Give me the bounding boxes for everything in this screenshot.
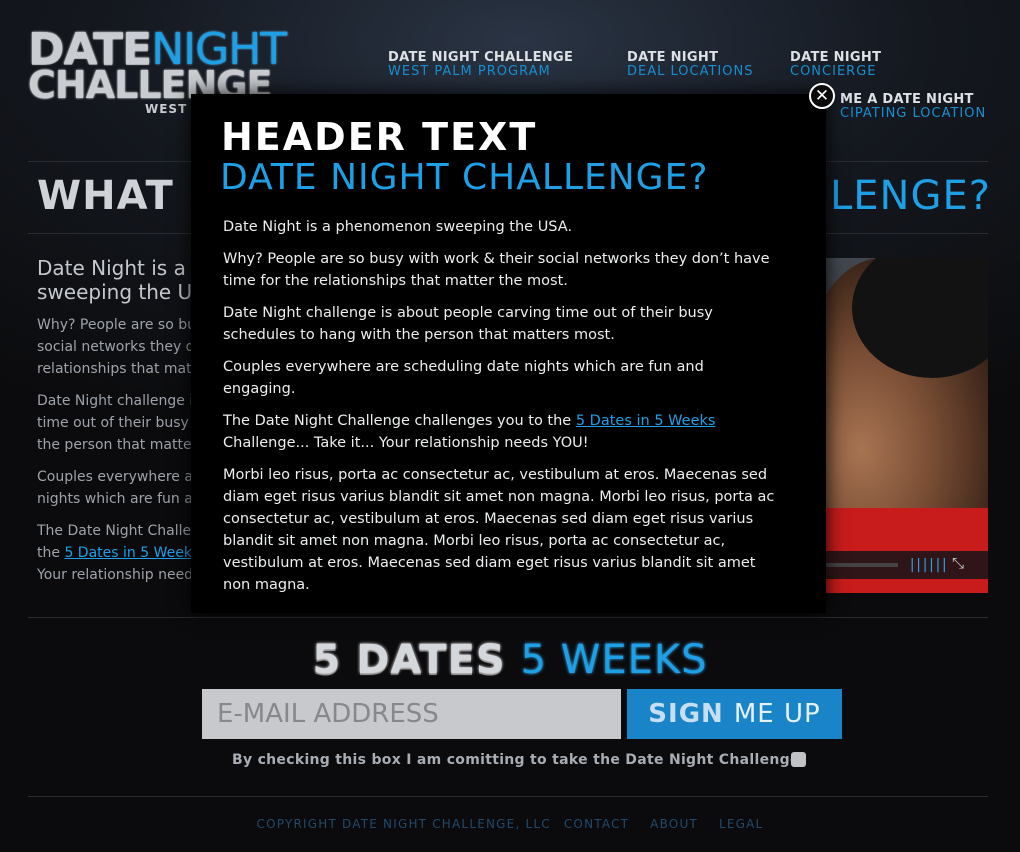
- close-icon[interactable]: ✕: [809, 83, 835, 109]
- content-divider: [28, 617, 988, 618]
- page-heading: WHAT: [37, 173, 174, 219]
- footer: COPYRIGHT DATE NIGHT CHALLENGE, LLC CONT…: [0, 818, 1020, 830]
- nav-item-west-palm-program[interactable]: DATE NIGHT CHALLENGE WEST PALM PROGRAM: [388, 50, 574, 80]
- nav-item-title: ME A DATE NIGHT: [840, 92, 974, 107]
- modal-paragraph: Morbi leo risus, porta ac consectetur ac…: [223, 467, 775, 593]
- nav-item-title: DATE NIGHT: [627, 50, 719, 65]
- volume-icon[interactable]: ||||||: [908, 558, 949, 572]
- fullscreen-icon[interactable]: ⤡: [952, 556, 964, 571]
- email-input[interactable]: [202, 689, 621, 739]
- modal-subheader: DATE NIGHT CHALLENGE?: [220, 157, 709, 198]
- commit-label: By checking this box I am comitting to t…: [232, 752, 800, 768]
- signup-title: 5 DATES 5 WEEKS: [0, 640, 1020, 680]
- nav-item-participating-location[interactable]: ME A DATE NIGHT CIPATING LOCATION: [840, 92, 987, 122]
- five-dates-link[interactable]: 5 Dates in 5 Weeks: [576, 413, 716, 429]
- nav-item-subtitle: WEST PALM PROGRAM: [388, 64, 551, 80]
- nav-item-subtitle: DEAL LOCATIONS: [627, 64, 754, 80]
- modal-dialog: HEADER TEXT DATE NIGHT CHALLENGE? Date N…: [191, 94, 826, 613]
- modal-paragraph: Couples everywhere are scheduling date n…: [223, 359, 704, 397]
- modal-text: The Date Night Challenge challenges you …: [223, 413, 576, 429]
- page-heading-accent: LENGE?: [830, 173, 991, 219]
- sign-button-light: ME UP: [733, 699, 821, 729]
- modal-body: Date Night is a phenomenon sweeping the …: [223, 216, 779, 606]
- nav-item-concierge[interactable]: DATE NIGHT CONCIERGE: [790, 50, 882, 80]
- sign-button-bold: SIGN: [648, 699, 724, 729]
- video-progress-track[interactable]: [818, 563, 898, 567]
- modal-header: HEADER TEXT: [221, 115, 538, 159]
- video-player[interactable]: |||||| ⤡: [812, 258, 988, 593]
- nav-item-title: DATE NIGHT CHALLENGE: [388, 50, 574, 65]
- footer-about-link[interactable]: ABOUT: [650, 817, 698, 831]
- video-controls: |||||| ⤡: [812, 551, 988, 579]
- modal-text: Challenge... Take it... Your relationshi…: [223, 435, 589, 451]
- nav-item-title: DATE NIGHT: [790, 50, 882, 65]
- nav-item-subtitle: CIPATING LOCATION: [840, 106, 987, 122]
- footer-legal-link[interactable]: LEGAL: [719, 817, 763, 831]
- modal-paragraph: Why? People are so busy with work & thei…: [223, 251, 770, 289]
- nav-item-deal-locations[interactable]: DATE NIGHT DEAL LOCATIONS: [627, 50, 754, 80]
- commit-checkbox[interactable]: [791, 752, 806, 767]
- body-line-prefix: the: [37, 545, 65, 561]
- sign-me-up-button[interactable]: SIGN ME UP: [627, 689, 842, 739]
- footer-contact-link[interactable]: CONTACT: [564, 817, 629, 831]
- signup-title-light: 5 WEEKS: [520, 637, 708, 683]
- modal-paragraph: Date Night is a phenomenon sweeping the …: [223, 219, 573, 235]
- signup-title-bold: 5 DATES: [312, 637, 506, 683]
- footer-divider: [28, 796, 988, 797]
- modal-paragraph-challenge: The Date Night Challenge challenges you …: [223, 410, 779, 454]
- footer-copyright: COPYRIGHT DATE NIGHT CHALLENGE, LLC: [256, 817, 551, 831]
- nav-item-subtitle: CONCIERGE: [790, 64, 877, 80]
- five-dates-link-bg[interactable]: 5 Dates in 5 Weeks: [64, 545, 199, 561]
- modal-paragraph: Date Night challenge is about people car…: [223, 305, 713, 343]
- logo-subtitle: WEST: [145, 102, 188, 116]
